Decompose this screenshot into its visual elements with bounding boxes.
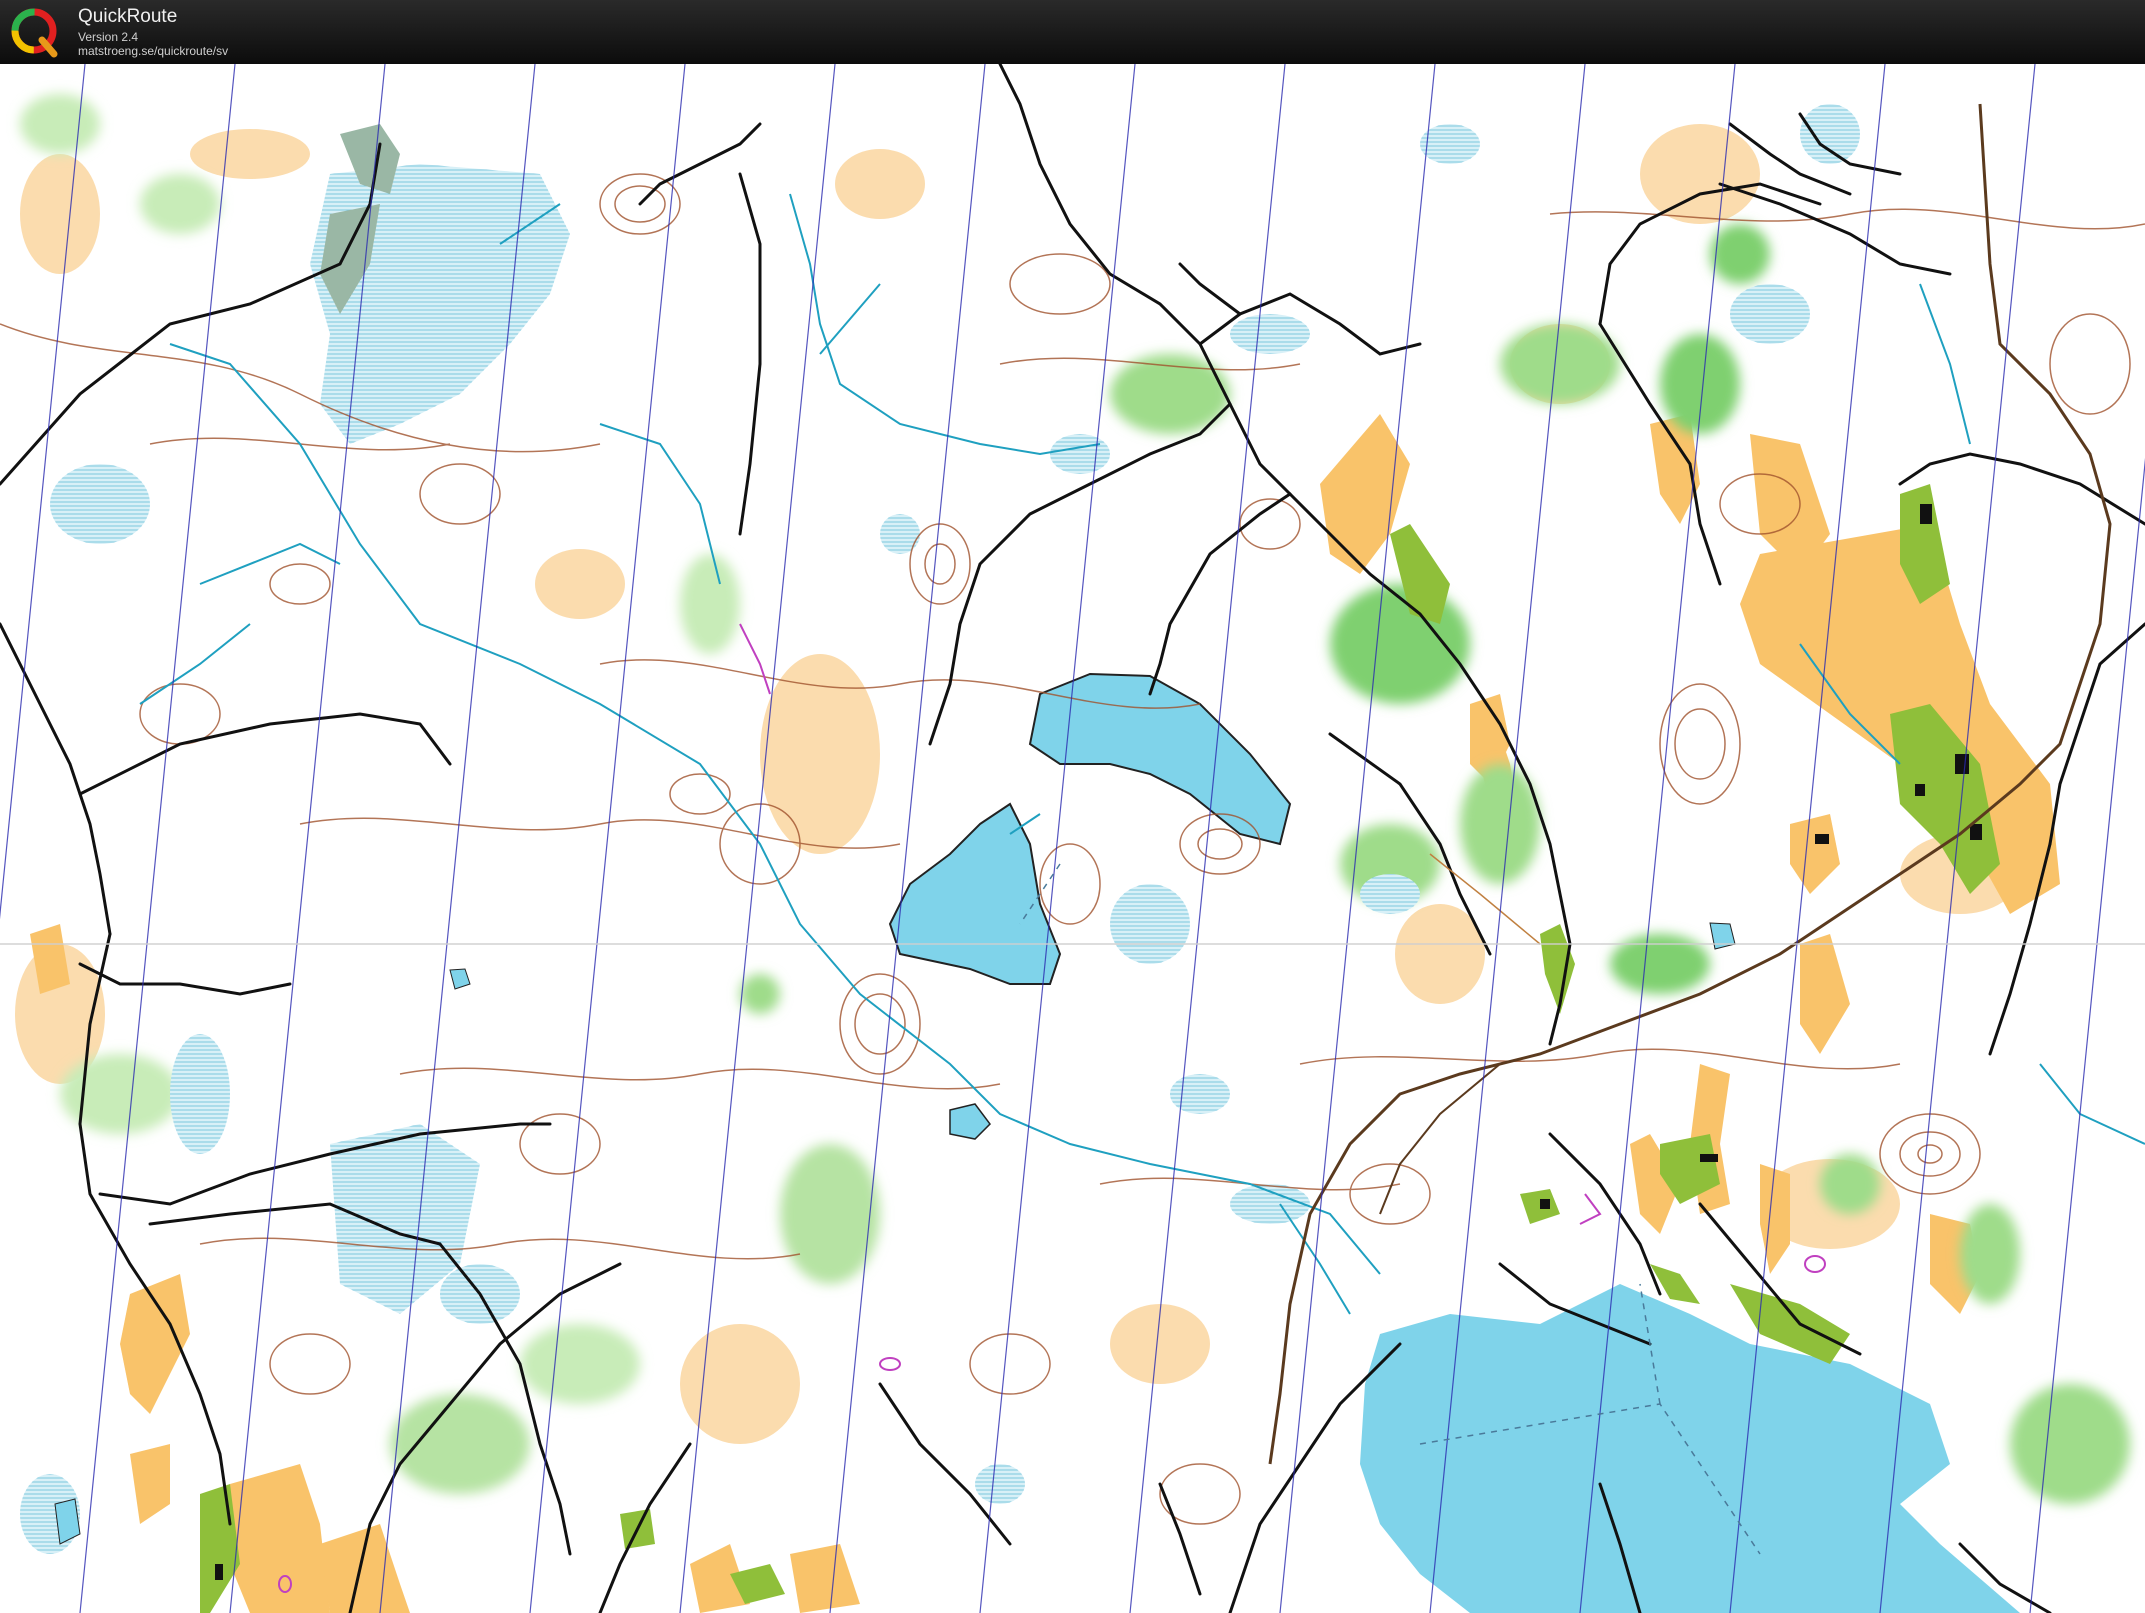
app-header: QuickRoute Version 2.4 matstroeng.se/qui… [0, 0, 2145, 64]
pond-south [949, 1103, 991, 1140]
lake-middle [888, 802, 1062, 985]
app-version: Version 2.4 [78, 30, 139, 44]
map-canvas[interactable] [0, 64, 2145, 1613]
orienteering-map[interactable] [0, 64, 2145, 1613]
quickroute-logo-icon [11, 8, 58, 58]
lake-north [1028, 672, 1292, 846]
app-title: QuickRoute [78, 6, 178, 27]
lake-large [1360, 1284, 2020, 1613]
app-url[interactable]: matstroeng.se/quickroute/sv [78, 44, 228, 58]
